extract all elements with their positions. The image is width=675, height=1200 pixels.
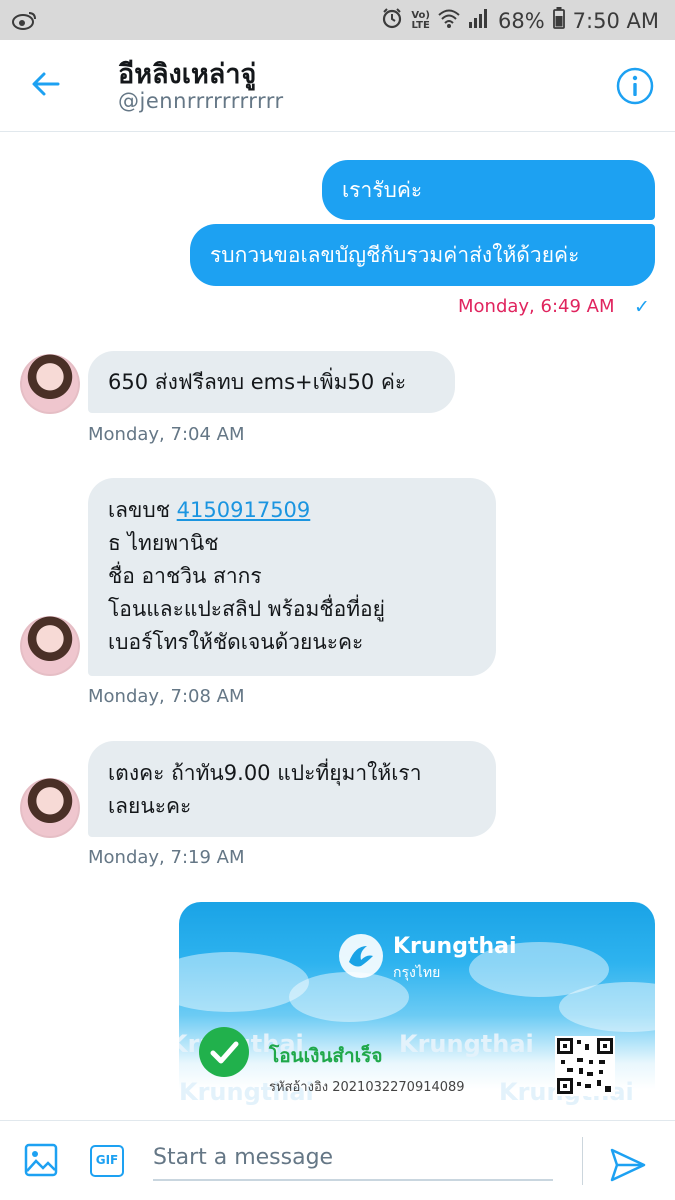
account-number-link[interactable]: 4150917509: [177, 498, 311, 522]
received-message-bubble[interactable]: 650 ส่งฟรีลทบ ems+เพิ่ม50 ค่ะ: [88, 351, 455, 413]
message-text: เลยนะคะ: [108, 794, 192, 818]
message-text: 650 ส่งฟรีลทบ ems+เพิ่ม50 ค่ะ: [108, 370, 407, 394]
network-type: Vo) LTE: [411, 9, 430, 31]
composer-divider: [582, 1137, 583, 1185]
info-icon[interactable]: [615, 66, 655, 106]
success-check-icon: [199, 1027, 249, 1077]
message-text: โอนและแปะสลิป พร้อมชื่อที่อยู่: [108, 597, 385, 621]
conversation-handle: @jennrrrrrrrrrrr: [118, 89, 284, 113]
battery-percent: 68%: [497, 8, 545, 33]
message-text: รบกวนขอเลขบัญชีกับรวมค่าส่งให้ด้วยค่ะ: [210, 243, 580, 267]
image-icon[interactable]: [24, 1143, 58, 1177]
received-message-bubble[interactable]: เตงคะ ถ้าทัน9.00 แปะที่ยุมาให้เรา เลยนะค…: [88, 741, 496, 837]
sent-message-bubble[interactable]: รบกวนขอเลขบัญชีกับรวมค่าส่งให้ด้วยค่ะ: [190, 224, 655, 286]
message-text: ธ ไทยพานิช: [108, 531, 219, 555]
message-timestamp: Monday, 7:04 AM: [88, 424, 245, 445]
alarm-icon: [381, 7, 403, 34]
message-text: ชื่อ อาชวิน สากร: [108, 564, 262, 588]
message-timestamp: Monday, 7:08 AM: [88, 686, 245, 707]
avatar[interactable]: [20, 778, 80, 838]
message-text: เลขบช: [108, 498, 177, 522]
account-line: เลขบช 4150917509: [108, 494, 476, 527]
krungthai-logo-icon: [337, 932, 385, 980]
message-text: เตงคะ ถ้าทัน9.00 แปะที่ยุมาให้เรา: [108, 761, 422, 785]
conversation-header: อีหลิงเหล่าจู่ @jennrrrrrrrrrrr: [0, 40, 675, 132]
transfer-slip-image[interactable]: Krungthai กรุงไทย Krungthai Krungthai Kr…: [179, 902, 655, 1120]
message-timestamp: Monday, 7:19 AM: [88, 847, 245, 868]
message-timestamp: Monday, 6:49 AM: [458, 296, 615, 317]
avatar[interactable]: [20, 616, 80, 676]
send-icon[interactable]: [608, 1145, 648, 1185]
krungthai-brand: Krungthai: [393, 934, 517, 959]
battery-icon: [552, 7, 565, 34]
signal-icon: [468, 8, 490, 33]
clock: 7:50 AM: [572, 8, 659, 33]
gif-icon[interactable]: GIF: [90, 1145, 124, 1177]
transfer-status: โอนเงินสำเร็จ: [269, 1045, 383, 1067]
message-text: เรารับค่ะ: [342, 178, 423, 202]
qr-code-icon: [555, 1036, 615, 1096]
wifi-icon: [438, 8, 460, 33]
received-message-bubble[interactable]: เลขบช 4150917509 ธ ไทยพานิช ชื่อ อาชวิน …: [88, 478, 496, 676]
avatar[interactable]: [20, 354, 80, 414]
sent-message-bubble[interactable]: เรารับค่ะ: [322, 160, 655, 220]
status-bar: Vo) LTE 68% 7:50 AM: [0, 0, 675, 40]
message-composer: GIF: [0, 1120, 675, 1200]
transfer-reference: รหัสอ้างอิง 2021032270914089: [269, 1080, 465, 1095]
back-arrow-icon[interactable]: [28, 66, 64, 102]
message-input[interactable]: [153, 1135, 553, 1181]
weibo-icon: [12, 9, 38, 35]
read-check-icon: ✓: [634, 296, 650, 318]
krungthai-brand-th: กรุงไทย: [393, 965, 441, 981]
message-text: เบอร์โทรให้ชัดเจนด้วยนะคะ: [108, 630, 364, 654]
watermark: Krungthai: [399, 1030, 534, 1058]
